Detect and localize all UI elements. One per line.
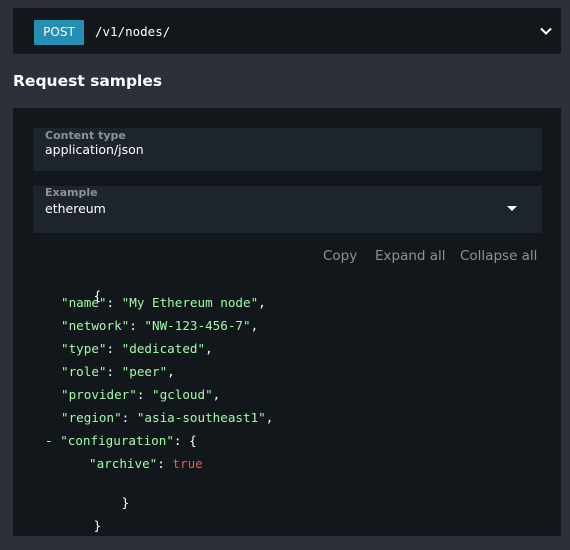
- json-boolean-value: true: [172, 456, 203, 471]
- json-field-line: "provider": "gcloud",: [61, 387, 221, 402]
- json-key: "provider": [61, 387, 137, 402]
- json-field-line: "archive": true: [89, 456, 203, 471]
- json-field-line: "role": "peer",: [61, 364, 175, 379]
- collapse-all-button[interactable]: Collapse all: [460, 247, 537, 265]
- json-string-value: "peer": [121, 364, 168, 379]
- caret-down-icon[interactable]: [507, 206, 517, 211]
- api-docs-page: POST /v1/nodes/ Request samples Content …: [0, 0, 570, 550]
- content-type-label: Content type: [45, 129, 126, 142]
- json-string-value: "dedicated": [121, 341, 206, 356]
- json-string-value: "My Ethereum node": [121, 295, 259, 310]
- json-nested-field-line: - "configuration": {: [45, 433, 197, 448]
- expand-all-button[interactable]: Expand all: [375, 247, 446, 265]
- json-key: "type": [61, 341, 107, 356]
- json-close-brace: }: [93, 518, 102, 533]
- json-key: "role": [61, 364, 107, 379]
- section-title: Request samples: [13, 72, 163, 90]
- copy-button[interactable]: Copy: [323, 247, 357, 265]
- request-samples-panel: Content type application/json Example et…: [13, 108, 561, 536]
- json-key: "name": [61, 295, 107, 310]
- json-string-value: "gcloud": [152, 387, 213, 402]
- json-key: "archive": [89, 456, 158, 471]
- json-field-line: "name": "My Ethereum node",: [61, 295, 266, 310]
- json-key: "region": [61, 410, 122, 425]
- content-type-value: application/json: [45, 142, 144, 157]
- example-label: Example: [45, 186, 98, 199]
- json-field-line: "network": "NW-123-456-7",: [61, 318, 259, 333]
- json-nested-open-brace: {: [189, 433, 197, 448]
- endpoint-path: /v1/nodes/: [95, 24, 171, 39]
- chevron-down-icon[interactable]: [537, 22, 555, 40]
- json-field-line: "type": "dedicated",: [61, 341, 213, 356]
- http-method-badge: POST: [34, 20, 84, 45]
- example-select[interactable]: Example ethereum: [33, 186, 542, 233]
- json-string-value: "NW-123-456-7": [144, 318, 251, 333]
- collapse-toggle[interactable]: -: [45, 433, 53, 448]
- endpoint-header[interactable]: POST /v1/nodes/: [13, 8, 561, 54]
- json-field-line: "region": "asia-southeast1",: [61, 410, 274, 425]
- json-key: "network": [61, 318, 130, 333]
- json-nested-close-brace: }: [121, 495, 130, 510]
- json-string-value: "asia-southeast1": [136, 410, 266, 425]
- json-key: "configuration": [60, 433, 174, 448]
- content-type-field: Content type application/json: [33, 128, 542, 171]
- example-selected-value: ethereum: [45, 201, 106, 216]
